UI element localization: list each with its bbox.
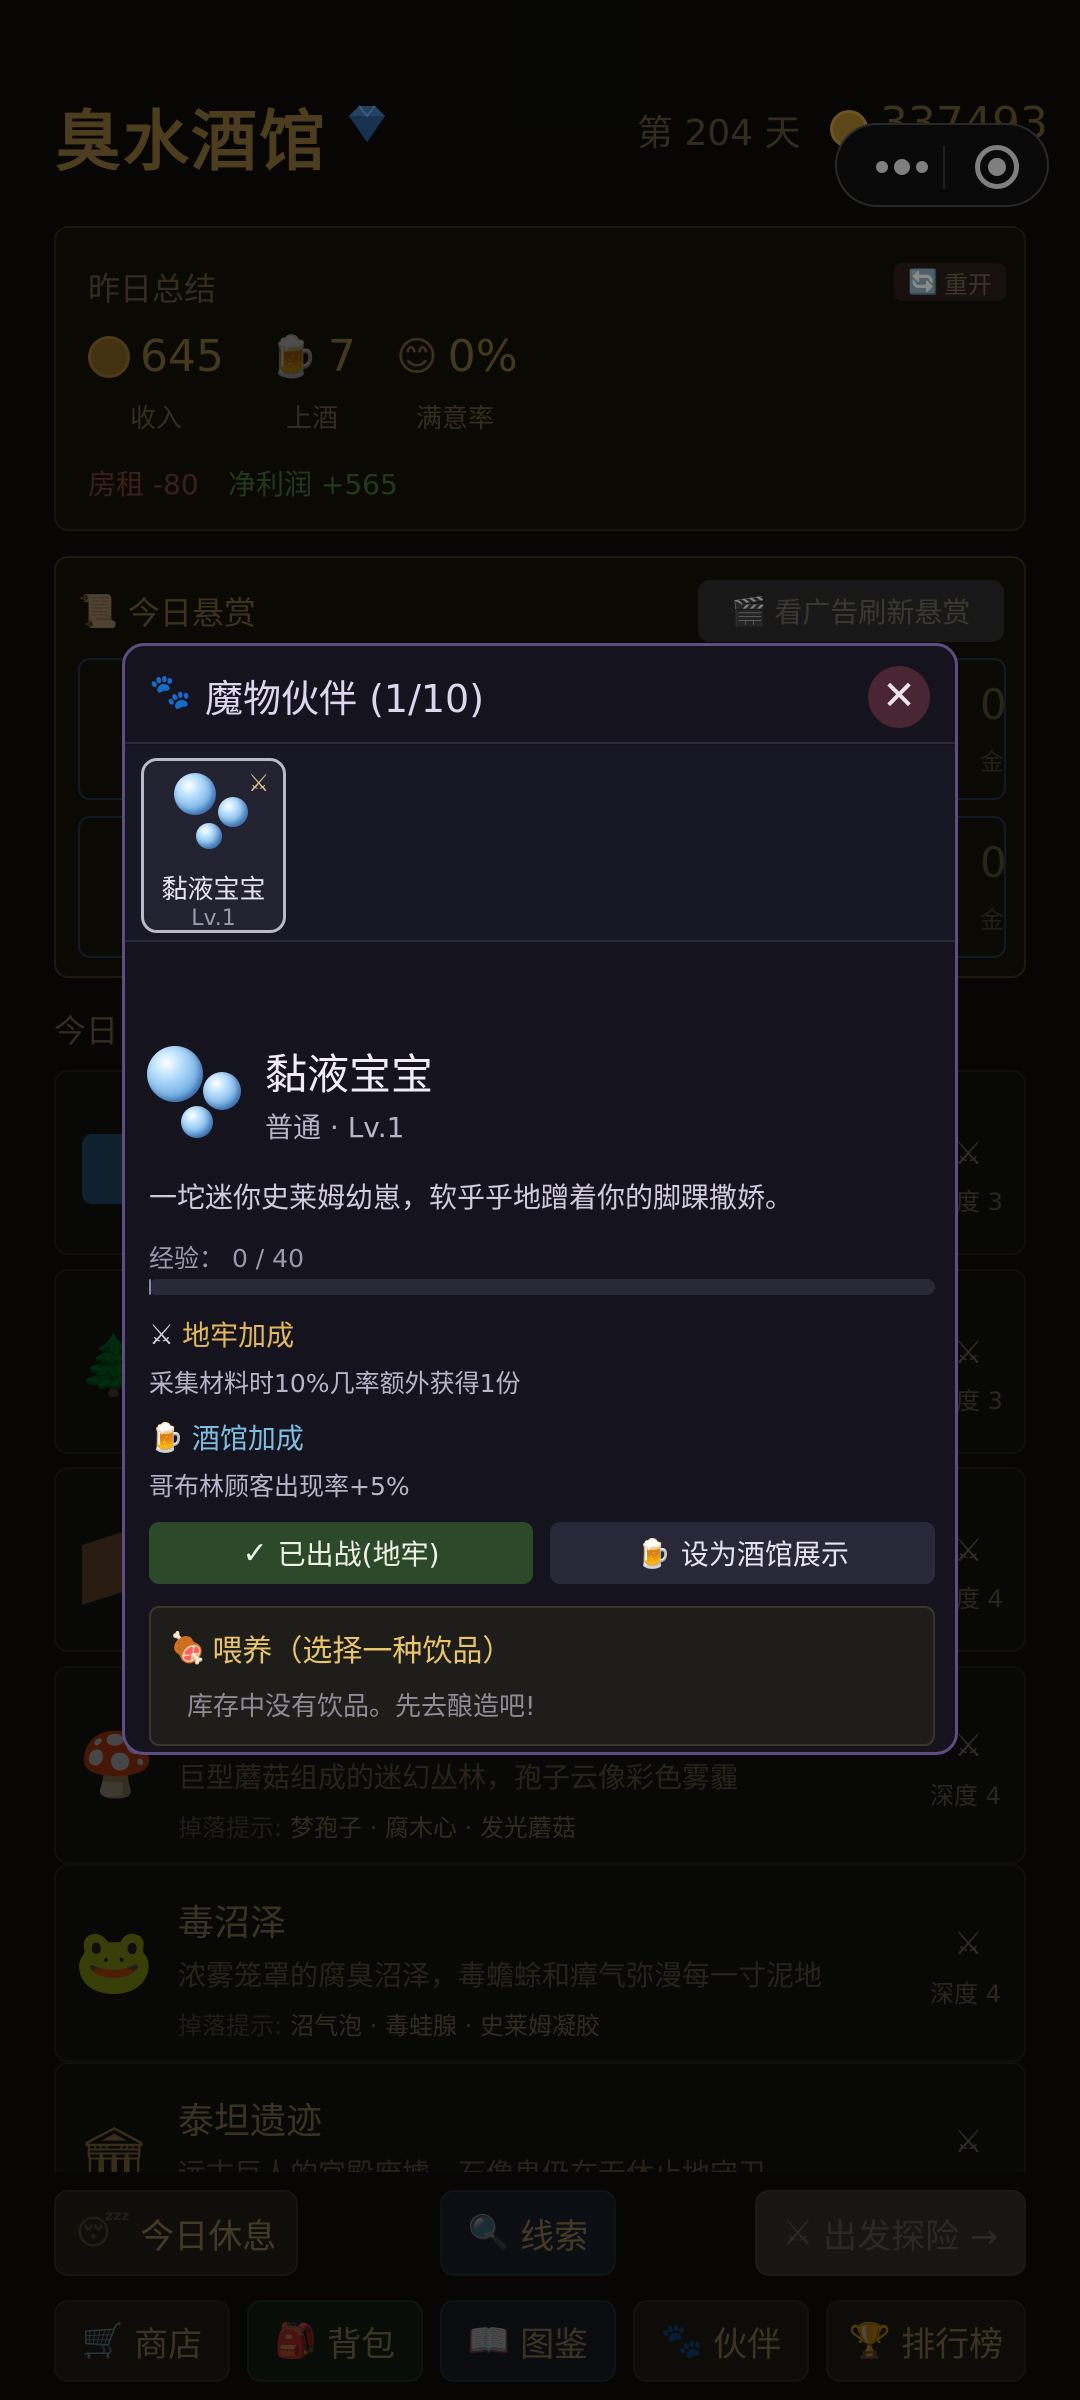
crossed-swords-icon: ⚔: [149, 1317, 175, 1351]
modal-header: 🐾 魔物伙伴 (1/10) ✕: [125, 646, 955, 744]
tavern-bonus-label: 酒馆加成: [191, 1422, 304, 1455]
feed-title: 🍖 喂养（选择一种饮品）: [169, 1626, 512, 1670]
pet-name: 黏液宝宝: [265, 1050, 434, 1099]
dungeon-bonus-label: 地牢加成: [182, 1319, 295, 1352]
close-icon[interactable]: ✕: [868, 666, 930, 728]
modal-title: 魔物伙伴 (1/10): [205, 677, 485, 721]
beer-icon: 🍺: [636, 1536, 671, 1570]
feed-empty-text: 库存中没有饮品。先去酿造吧!: [187, 1692, 536, 1722]
pet-card-level: Lv.1: [191, 906, 236, 931]
companion-modal: 🐾 魔物伙伴 (1/10) ✕ ⚔ 黏液宝宝 Lv.1 黏液宝宝 普通 · Lv…: [122, 643, 958, 1755]
meat-icon: 🍖: [169, 1630, 207, 1666]
set-display-button[interactable]: 🍺 设为酒馆展示: [550, 1522, 935, 1584]
pet-rarity-level: 普通 · Lv.1: [265, 1111, 405, 1144]
pet-list: ⚔ 黏液宝宝 Lv.1: [125, 746, 955, 942]
set-display-label: 设为酒馆展示: [680, 1538, 849, 1571]
paw-icon: 🐾: [149, 672, 192, 712]
exp-progress-fill: [149, 1279, 151, 1295]
exp-progress-bar: [149, 1279, 935, 1295]
feed-title-label: 喂养（选择一种饮品）: [212, 1634, 513, 1669]
pet-exp: 经验： 0 / 40: [149, 1244, 304, 1273]
slime-bubbles-icon: [147, 1046, 247, 1146]
pet-description: 一坨迷你史莱姆幼崽，软乎乎地蹭着你的脚踝撒娇。: [149, 1181, 794, 1214]
beer-icon: 🍺: [149, 1420, 184, 1454]
deployed-button[interactable]: ✓ 已出战(地牢): [149, 1522, 533, 1584]
tavern-bonus-title: 🍺 酒馆加成: [149, 1417, 304, 1457]
crossed-swords-icon: ⚔: [248, 769, 270, 797]
feed-panel: 🍖 喂养（选择一种饮品） 库存中没有饮品。先去酿造吧!: [149, 1606, 935, 1746]
tavern-bonus-desc: 哥布林顾客出现率+5%: [149, 1472, 410, 1501]
dungeon-bonus-desc: 采集材料时10%几率额外获得1份: [149, 1369, 521, 1398]
pet-card-name: 黏液宝宝: [161, 875, 266, 905]
dungeon-bonus-title: ⚔ 地牢加成: [149, 1314, 294, 1354]
slime-bubbles-icon: [174, 773, 254, 853]
deployed-label: 已出战(地牢): [277, 1538, 440, 1571]
check-icon: ✓: [242, 1535, 268, 1571]
pet-card[interactable]: ⚔ 黏液宝宝 Lv.1: [141, 758, 286, 933]
